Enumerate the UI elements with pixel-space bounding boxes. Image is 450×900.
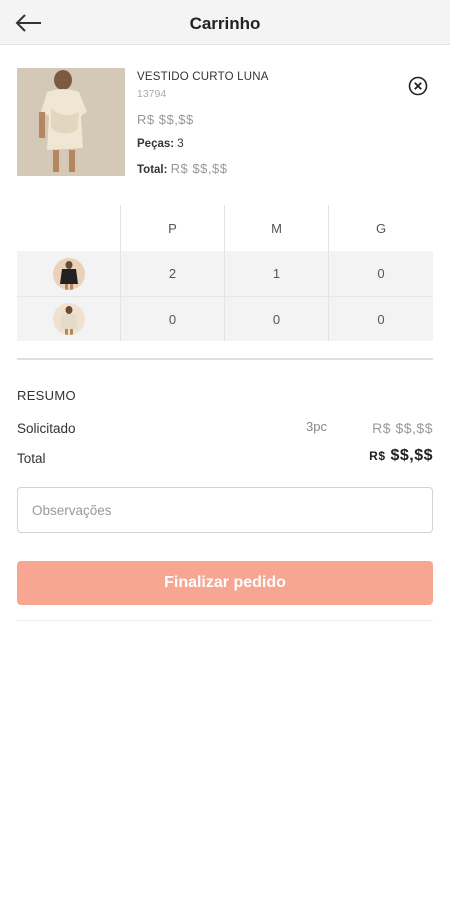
product-pieces: Peças: 3 bbox=[137, 138, 184, 150]
pieces-label: Peças: bbox=[137, 138, 175, 150]
table-row: 2 1 0 bbox=[17, 251, 433, 297]
product-price: R$ $$,$$ bbox=[137, 112, 194, 127]
bottom-divider bbox=[17, 620, 433, 621]
requested-quantity: 3pc bbox=[306, 419, 327, 434]
size-header: M bbox=[225, 205, 329, 251]
color-cell bbox=[17, 251, 121, 296]
grid-corner-cell bbox=[17, 205, 121, 251]
size-quantity-grid: P M G 2 1 0 0 0 0 bbox=[17, 205, 433, 341]
quantity-cell[interactable]: 0 bbox=[225, 297, 329, 341]
finalize-order-button[interactable]: Finalizar pedido bbox=[17, 561, 433, 605]
pieces-value: 3 bbox=[177, 138, 184, 150]
page-title: Carrinho bbox=[189, 14, 261, 33]
total-amount: $$,$$ bbox=[390, 447, 433, 464]
summary-total-label: Total bbox=[17, 451, 46, 466]
summary-total-value: R$ $$,$$ bbox=[369, 447, 433, 465]
beige-dress-swatch[interactable] bbox=[52, 303, 85, 335]
quantity-cell[interactable]: 0 bbox=[329, 251, 433, 296]
quantity-cell[interactable]: 1 bbox=[225, 251, 329, 296]
product-image[interactable] bbox=[17, 68, 125, 176]
grid-header-row: P M G bbox=[17, 205, 433, 251]
section-divider bbox=[17, 358, 433, 360]
size-header: P bbox=[121, 205, 225, 251]
size-header: G bbox=[375, 220, 387, 236]
black-dress-swatch[interactable] bbox=[52, 257, 85, 290]
observations-field[interactable] bbox=[17, 487, 433, 533]
total-currency: R$ bbox=[369, 449, 386, 463]
requested-value: R$ $$,$$ bbox=[372, 420, 433, 436]
requested-label: Solicitado bbox=[17, 421, 76, 436]
color-cell bbox=[17, 297, 121, 341]
app-header: Carrinho bbox=[0, 0, 450, 45]
quantity-cell[interactable]: 0 bbox=[329, 297, 433, 341]
product-total: Total: R$ $$,$$ bbox=[137, 161, 227, 176]
summary-title: RESUMO bbox=[17, 388, 76, 403]
product-sku: 13794 bbox=[137, 88, 167, 100]
quantity-cell[interactable]: 0 bbox=[121, 297, 225, 341]
close-circle-icon[interactable] bbox=[408, 76, 428, 96]
table-row: 0 0 0 bbox=[17, 297, 433, 341]
total-label: Total: bbox=[137, 164, 168, 176]
cart-item: VESTIDO CURTO LUNA 13794 R$ $$,$$ Peças:… bbox=[17, 68, 433, 178]
total-value: R$ $$,$$ bbox=[170, 161, 228, 176]
quantity-cell[interactable]: 2 bbox=[121, 251, 225, 296]
product-name: VESTIDO CURTO LUNA bbox=[137, 71, 269, 83]
